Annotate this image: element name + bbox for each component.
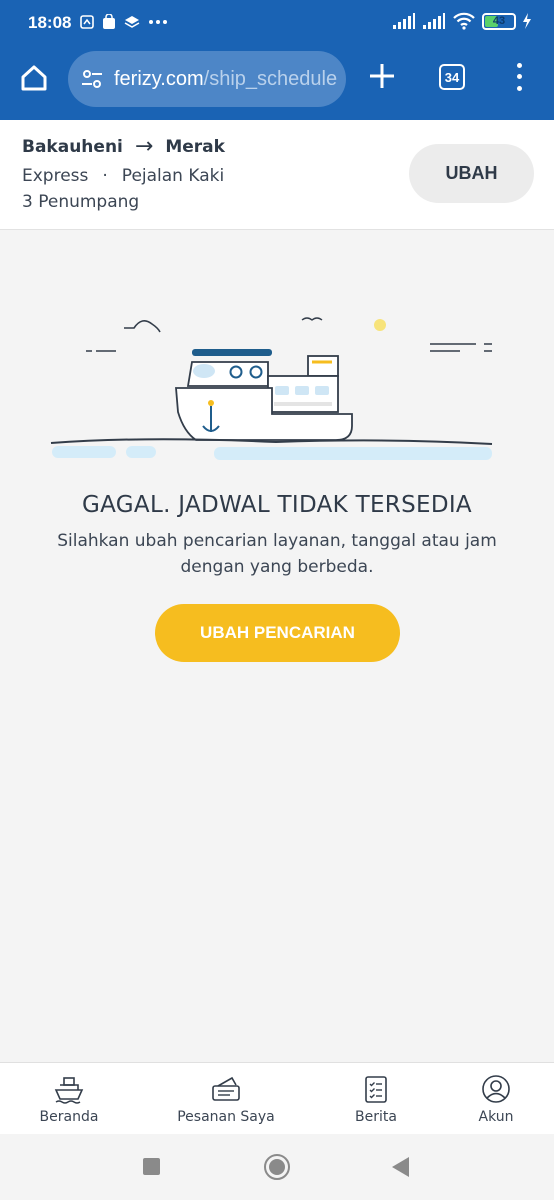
- nav-item-berita[interactable]: Berita: [316, 1073, 436, 1125]
- url-domain: ferizy.com: [114, 67, 204, 90]
- signal-icon-2: [423, 13, 445, 29]
- battery-icon: 43: [482, 12, 516, 30]
- account-icon: [482, 1075, 510, 1103]
- site-settings-icon[interactable]: [80, 67, 104, 91]
- notification-icons: [80, 14, 168, 30]
- change-search-button[interactable]: UBAH: [409, 144, 534, 203]
- error-description: Silahkan ubah pencarian layanan, tanggal…: [57, 531, 497, 577]
- home-button[interactable]: [14, 58, 54, 98]
- ship-icon: [54, 1077, 84, 1104]
- status-bar: 18:08 43: [0, 0, 554, 48]
- home-icon: [21, 65, 47, 91]
- nav-label-beranda: Beranda: [39, 1109, 99, 1125]
- system-home-button[interactable]: [264, 1154, 290, 1180]
- address-bar[interactable]: ferizy.com/ship_schedule: [68, 51, 346, 107]
- change-search-cta[interactable]: UBAH PENCARIAN: [155, 604, 400, 662]
- recent-apps-button[interactable]: [143, 1158, 160, 1175]
- separator-dot: ·: [102, 166, 108, 186]
- browser-toolbar: ferizy.com/ship_schedule 34: [0, 48, 554, 120]
- origin-port: Bakauheni: [22, 136, 123, 157]
- bottom-navigation: Beranda Pesanan Saya Berita Akun: [0, 1062, 554, 1134]
- layers-icon: [124, 16, 140, 28]
- status-time: 18:08: [28, 13, 72, 32]
- passenger-type: Pejalan Kaki: [121, 166, 225, 186]
- url-text: ferizy.com/ship_schedule: [114, 68, 337, 91]
- tab-switcher-button[interactable]: 34: [439, 64, 465, 90]
- search-summary: Bakauheni → Merak Express · Pejalan Kaki…: [0, 120, 554, 230]
- browser-chrome: 18:08 43 ferizy.com/ship_schedule 34: [0, 0, 554, 120]
- battery-level-label: 43: [492, 15, 506, 27]
- error-title: GAGAL. JADWAL TIDAK TERSEDIA: [82, 492, 472, 518]
- nav-label-berita: Berita: [355, 1109, 397, 1125]
- route-arrow: →: [134, 134, 154, 159]
- passenger-count: 3 Penumpang: [22, 192, 140, 212]
- nav-item-beranda[interactable]: Beranda: [9, 1073, 129, 1125]
- new-tab-icon[interactable]: [366, 60, 398, 92]
- ticket-icon: [212, 1076, 240, 1101]
- service-info: Express · Pejalan Kaki: [22, 166, 224, 186]
- nav-label-akun: Akun: [478, 1109, 514, 1125]
- service-class: Express: [22, 166, 89, 186]
- status-indicators: 43: [392, 12, 532, 30]
- wifi-icon: [453, 12, 475, 30]
- more-notifications-icon: [149, 20, 167, 24]
- charging-icon: [523, 13, 531, 29]
- nav-item-akun[interactable]: Akun: [436, 1073, 554, 1125]
- nav-label-pesanan: Pesanan Saya: [177, 1109, 275, 1125]
- notification-app-icon: [80, 15, 94, 29]
- ship-illustration: [50, 317, 493, 460]
- route: Bakauheni → Merak: [22, 134, 225, 159]
- url-path: /ship_schedule: [203, 67, 338, 90]
- shopping-bag-icon: [103, 14, 115, 29]
- news-icon: [365, 1076, 387, 1103]
- system-back-button[interactable]: [392, 1157, 409, 1177]
- destination-port: Merak: [165, 136, 225, 157]
- system-navigation-bar: [0, 1134, 554, 1200]
- signal-icon: [393, 13, 415, 29]
- browser-menu-icon[interactable]: [512, 60, 526, 94]
- nav-item-pesanan[interactable]: Pesanan Saya: [166, 1073, 286, 1125]
